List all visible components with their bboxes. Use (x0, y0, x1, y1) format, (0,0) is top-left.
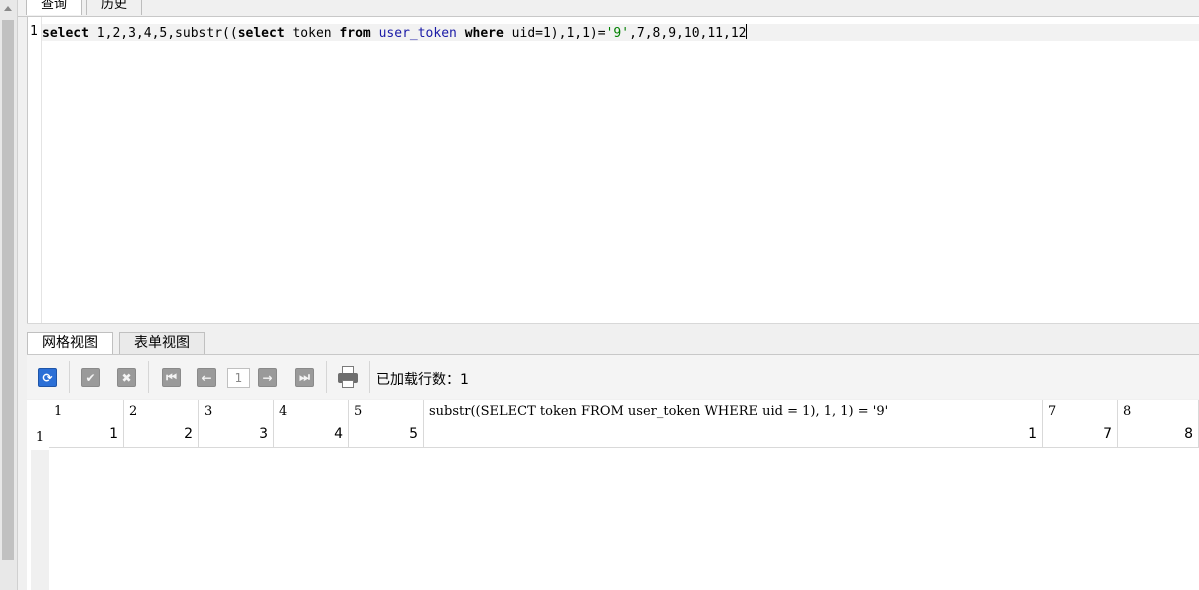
sql-token: from (339, 26, 371, 41)
table-cell[interactable]: 3 (199, 424, 274, 448)
first-page-icon: ⏮ (166, 370, 177, 384)
column-header[interactable]: 4 (274, 400, 349, 424)
result-toolbar: ⟳ ✔ ✖ ⏮ ← 1 → ⏭ 已加载行数：1 (27, 355, 1199, 399)
query-tab-bar: 查询 历史 (18, 0, 1199, 17)
text-caret (746, 24, 748, 39)
page-number-field[interactable]: 1 (227, 368, 250, 388)
sql-token: ,7,8,9,10,11,12 (629, 26, 747, 41)
tab-grid-view[interactable]: 网格视图 (27, 332, 113, 354)
table-cell[interactable]: 1 (424, 424, 1043, 448)
column-header[interactable]: 1 (49, 400, 124, 424)
table-cell[interactable]: 2 (124, 424, 199, 448)
scroll-up-arrow-icon[interactable] (4, 6, 12, 11)
row-number[interactable]: 1 (31, 424, 49, 448)
result-tab-bar: 网格视图 表单视图 (27, 331, 1199, 355)
tab-history[interactable]: 历史 (86, 0, 143, 15)
table-cell[interactable]: 1 (49, 424, 124, 448)
last-page-button[interactable]: ⏭ (295, 368, 314, 387)
toolbar-divider (148, 361, 149, 393)
result-grid[interactable]: 1 2 3 4 5 substr((SELECT token FROM user_toke… (27, 400, 1199, 590)
sql-code-line[interactable]: select 1,2,3,4,5,substr((select token fr… (42, 24, 1199, 41)
table-cell[interactable]: 5 (349, 424, 424, 448)
sql-token: user_token (378, 26, 457, 41)
table-cell[interactable]: 7 (1043, 424, 1118, 448)
editor-vertical-scrollbar[interactable] (0, 0, 18, 590)
column-header[interactable]: 3 (199, 400, 274, 424)
column-header[interactable]: 5 (349, 400, 424, 424)
print-button[interactable] (338, 366, 358, 388)
scrollbar-thumb[interactable] (2, 20, 14, 560)
sql-token: select (237, 26, 285, 41)
row-header-column (31, 450, 49, 590)
prev-page-icon: ← (201, 370, 212, 385)
column-header[interactable]: 7 (1043, 400, 1118, 424)
refresh-button[interactable]: ⟳ (38, 368, 57, 387)
toolbar-divider (326, 361, 327, 393)
sql-token: 1,2,3,4,5,substr(( (88, 26, 238, 41)
sql-token: token (284, 26, 340, 41)
line-number-gutter: 1 (28, 17, 42, 323)
x-icon: ✖ (121, 370, 132, 385)
prev-page-button[interactable]: ← (197, 368, 216, 387)
loaded-rows-status: 已加载行数：1 (376, 372, 469, 388)
sql-token: select (42, 26, 89, 41)
sql-token: '9' (605, 26, 630, 41)
sql-editor[interactable]: 1 select 1,2,3,4,5,substr((select token … (27, 17, 1199, 323)
discard-changes-button[interactable]: ✖ (117, 368, 136, 387)
sql-token: uid=1),1,1)= (503, 26, 606, 41)
tab-form-view[interactable]: 表单视图 (119, 332, 205, 354)
toolbar-divider (69, 361, 70, 393)
line-number: 1 (30, 24, 38, 39)
tab-query[interactable]: 查询 (26, 0, 83, 15)
column-header[interactable]: 8 (1118, 400, 1199, 424)
table-cell[interactable]: 4 (274, 424, 349, 448)
table-cell[interactable]: 8 (1118, 424, 1199, 448)
check-icon: ✔ (85, 370, 96, 385)
next-page-button[interactable]: → (258, 368, 277, 387)
first-page-button[interactable]: ⏮ (162, 368, 181, 387)
sql-token: where (464, 26, 504, 41)
last-page-icon: ⏭ (299, 370, 310, 384)
column-header[interactable]: substr((SELECT token FROM user_token WHE… (424, 400, 1043, 424)
toolbar-divider (369, 361, 370, 393)
next-page-icon: → (262, 370, 273, 385)
apply-changes-button[interactable]: ✔ (81, 368, 100, 387)
refresh-icon: ⟳ (42, 370, 53, 385)
column-header[interactable]: 2 (124, 400, 199, 424)
